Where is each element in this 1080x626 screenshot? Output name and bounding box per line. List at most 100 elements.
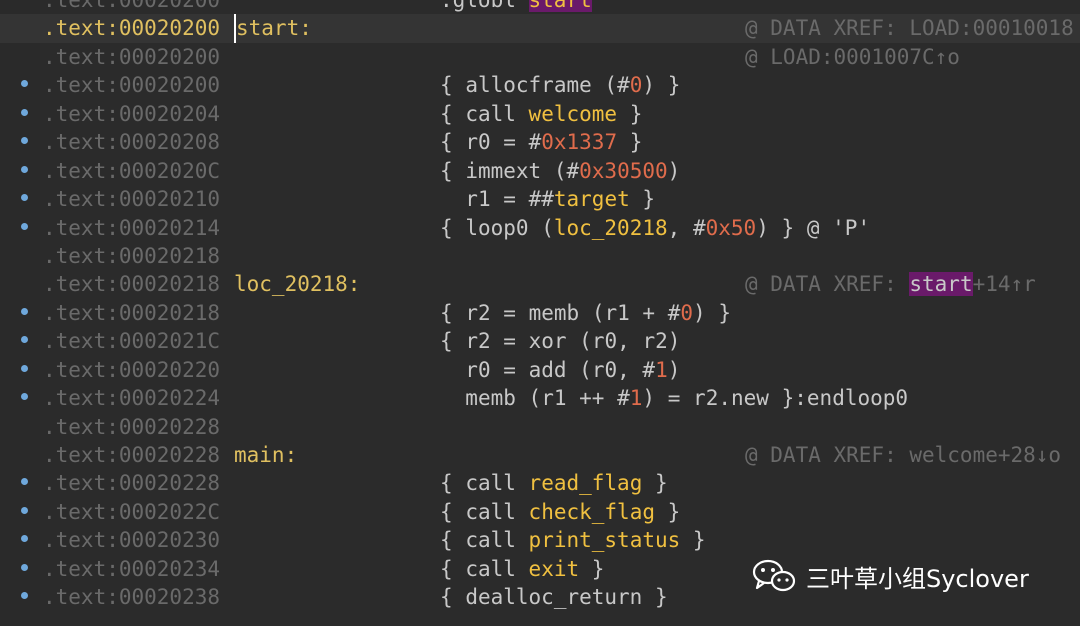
line-address: .text:00020214 xyxy=(43,215,221,240)
listing-line[interactable]: .text:00020218 xyxy=(0,242,1080,270)
line-address: .text:00020234 xyxy=(43,556,221,581)
line-address: .text:00020208 xyxy=(43,130,221,155)
line-address: .text:0002020C xyxy=(43,158,221,183)
instruction: { call check_flag } xyxy=(440,499,681,524)
bullet-icon xyxy=(21,165,28,173)
listing-line[interactable]: .text:00020214 { loop0 (loc_20218, #0x50)… xyxy=(0,214,1080,242)
listing-line[interactable]: .text:00020210 r1 = ##target } xyxy=(0,185,1080,213)
instruction: { r2 = xor (r0, r2) xyxy=(440,329,681,354)
line-address: .text:00020200 xyxy=(43,16,221,41)
instruction: { allocframe (#0) } xyxy=(440,73,681,98)
bullet-icon xyxy=(21,592,28,600)
line-address: .text:00020224 xyxy=(43,386,221,411)
bullet-icon xyxy=(21,478,28,486)
instruction: { loop0 (loc_20218, #0x50) } @ 'P' xyxy=(440,215,871,240)
line-address: .text:00020238 xyxy=(43,585,221,610)
listing-line[interactable]: .text:00020228 xyxy=(0,413,1080,441)
instruction: { r0 = #0x1337 } xyxy=(440,130,643,155)
bullet-icon xyxy=(21,506,28,514)
line-address: .text:0002022C xyxy=(43,499,221,524)
disassembly-listing[interactable]: .text:00020200 .globl start .text:00020200… xyxy=(0,0,1080,612)
watermark: 三叶草小组Syclover xyxy=(752,558,1029,594)
line-address: .text:00020230 xyxy=(43,528,221,553)
instruction: { immext (#0x30500) xyxy=(440,158,681,183)
instruction: r1 = ##target } xyxy=(465,187,656,212)
listing-line[interactable]: .text:00020218 { r2 = memb (r1 + #0) } xyxy=(0,299,1080,327)
bullet-icon xyxy=(21,194,28,202)
bullet-icon xyxy=(21,563,28,571)
line-address: .text:00020200 xyxy=(43,0,221,12)
xref-comment[interactable]: @ DATA XREF: start+14↑r xyxy=(745,270,1036,298)
immediate-value: 1 xyxy=(629,386,643,411)
instruction: { r2 = memb (r1 + #0) } xyxy=(440,300,732,325)
line-address: .text:00020228 xyxy=(43,471,221,496)
listing-line[interactable]: .text:00020200 @ LOAD:0001007C↑o xyxy=(0,43,1080,71)
instruction: memb (r1 ++ #1) = r2.new }:endloop0 xyxy=(465,386,909,411)
listing-line[interactable]: .text:00020230 { call print_status } xyxy=(0,526,1080,554)
listing-line[interactable]: .text:00020220 r0 = add (r0, #1) xyxy=(0,356,1080,384)
immediate-value: 1 xyxy=(655,357,668,382)
immediate-value: 0 xyxy=(680,300,694,325)
bullet-icon xyxy=(21,535,28,543)
line-address: .text:00020228 xyxy=(43,414,221,439)
line-address: .text:00020218 xyxy=(43,243,221,268)
instruction: r0 = add (r0, #1) xyxy=(465,357,681,382)
symbol-ref[interactable]: welcome xyxy=(529,102,618,126)
xref-comment[interactable]: @ DATA XREF: LOAD:00010018 xyxy=(745,14,1074,42)
instruction: .globl start xyxy=(440,0,592,14)
xref-comment[interactable]: @ LOAD:0001007C↑o xyxy=(745,43,960,71)
line-address: .text:00020200 xyxy=(43,44,221,69)
listing-line[interactable]: .text:00020200 .globl start xyxy=(0,0,1080,14)
symbol-ref[interactable]: check_flag xyxy=(529,500,655,524)
immediate-value: 0x30500 xyxy=(579,158,668,183)
bullet-icon xyxy=(21,80,28,88)
listing-line[interactable]: .text:0002021C { r2 = xor (r0, r2) xyxy=(0,327,1080,355)
listing-line[interactable]: .text:00020228 { call read_flag } xyxy=(0,469,1080,497)
line-address: .text:00020228 xyxy=(43,443,221,467)
line-address: .text:00020218 xyxy=(43,300,221,325)
wechat-icon xyxy=(752,559,796,592)
line-address: .text:00020218 xyxy=(43,272,221,297)
bullet-icon xyxy=(21,393,28,401)
listing-line[interactable]: .text:00020204 { call welcome } xyxy=(0,100,1080,128)
instruction: { call read_flag } xyxy=(440,471,668,496)
immediate-value: 0 xyxy=(629,73,643,98)
listing-line[interactable]: .text:0002020C { immext (#0x30500) xyxy=(0,157,1080,185)
listing-line[interactable]: .text:00020224 memb (r1 ++ #1) = r2.new … xyxy=(0,384,1080,412)
instruction: { call print_status } xyxy=(440,528,706,553)
code-label[interactable]: loc_20218: xyxy=(234,270,360,298)
symbol-ref[interactable]: exit xyxy=(529,557,580,581)
instruction: { dealloc_return } xyxy=(440,585,668,610)
symbol-ref[interactable]: start xyxy=(528,0,592,12)
instruction: { call welcome } xyxy=(440,101,643,126)
bullet-icon xyxy=(21,307,28,315)
listing-line[interactable]: .text:00020208 { r0 = #0x1337 } xyxy=(0,128,1080,156)
instruction: { call exit } xyxy=(440,556,605,581)
bullet-icon xyxy=(21,364,28,372)
bullet-icon xyxy=(21,336,28,344)
listing-line[interactable]: .text:00020200 { allocframe (#0) } xyxy=(0,71,1080,99)
listing-line[interactable]: .text:00020218 loc_20218: @ DATA XREF: sta… xyxy=(0,270,1080,298)
xref-comment[interactable]: @ DATA XREF: welcome+28↓o xyxy=(745,441,1061,469)
line-address: .text:00020200 xyxy=(43,73,221,98)
symbol-ref[interactable]: read_flag xyxy=(529,471,643,495)
immediate-value: 0x1337 xyxy=(541,130,618,155)
line-address: .text:00020204 xyxy=(43,101,221,126)
listing-line[interactable]: .text:00020228 main: @ DATA XREF: welcome+… xyxy=(0,441,1080,469)
listing-line[interactable]: .text:00020200 start: @ DATA XREF: LOAD:00… xyxy=(0,14,1080,43)
line-address: .text:00020220 xyxy=(43,357,221,382)
code-label[interactable]: main: xyxy=(234,441,297,469)
symbol-ref[interactable]: start xyxy=(909,272,973,297)
bullet-icon xyxy=(21,222,28,230)
bullet-icon xyxy=(21,137,28,145)
symbol-ref[interactable]: loc_20218 xyxy=(554,216,668,240)
line-address: .text:00020210 xyxy=(43,187,221,212)
immediate-value: 0x50 xyxy=(705,215,757,240)
line-address: .text:0002021C xyxy=(43,329,221,354)
symbol-ref[interactable]: print_status xyxy=(529,528,681,552)
bullet-icon xyxy=(21,108,28,116)
watermark-text: 三叶草小组Syclover xyxy=(806,564,1029,593)
code-label[interactable]: start: xyxy=(234,14,312,43)
symbol-ref[interactable]: target xyxy=(554,187,630,211)
listing-line[interactable]: .text:0002022C { call check_flag } xyxy=(0,498,1080,526)
